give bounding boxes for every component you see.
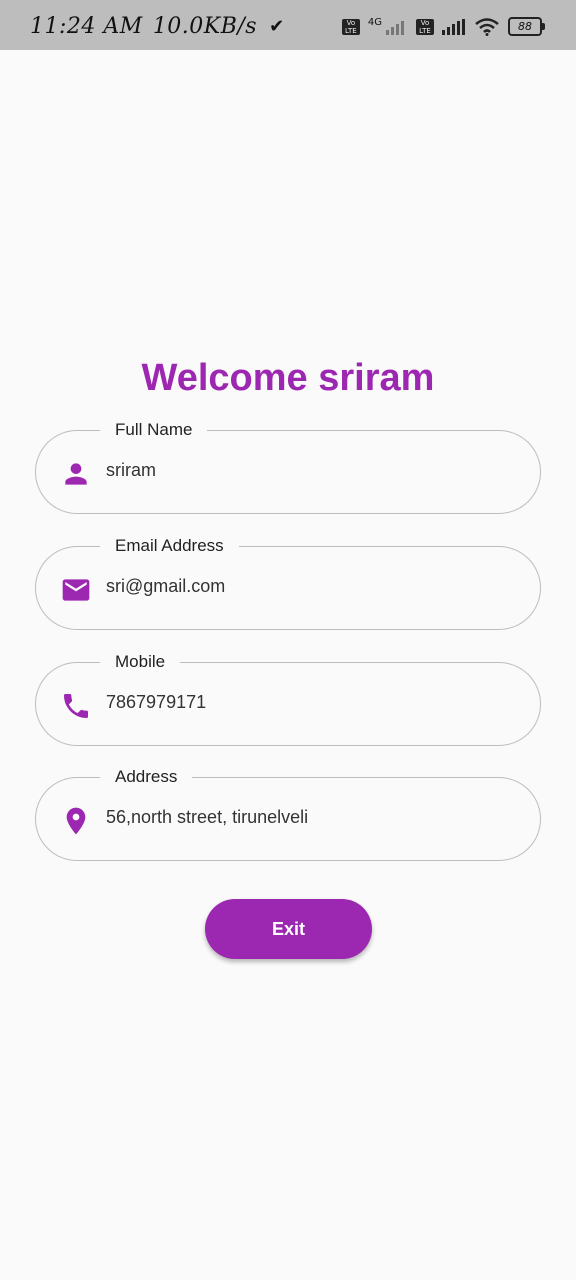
volte-icon: Vo LTE bbox=[341, 18, 360, 35]
full-name-label: Full Name bbox=[100, 419, 208, 441]
volte-icon-2: Vo LTE bbox=[416, 18, 434, 35]
person-icon bbox=[65, 463, 87, 485]
email-field[interactable]: Email Address bbox=[35, 535, 541, 630]
signal-icon-2 bbox=[442, 18, 465, 35]
status-bar: 11:24 AM 10.0KB/s ✔ Vo LTE 4G Vo LTE 88 bbox=[0, 0, 576, 50]
address-field[interactable]: Address bbox=[35, 766, 541, 861]
battery-icon: 88 bbox=[508, 17, 545, 36]
mobile-field[interactable]: Mobile bbox=[35, 651, 541, 746]
status-time: 11:24 AM bbox=[30, 14, 143, 39]
mobile-label: Mobile bbox=[100, 651, 181, 673]
page-title: Welcome sriram bbox=[141, 357, 435, 399]
check-icon: ✔ bbox=[269, 16, 285, 37]
status-left: 11:24 AM 10.0KB/s ✔ bbox=[30, 14, 285, 39]
email-icon bbox=[62, 579, 90, 601]
location-icon bbox=[66, 807, 86, 835]
wifi-icon bbox=[475, 17, 499, 36]
full-name-input[interactable] bbox=[106, 460, 506, 481]
email-label: Email Address bbox=[100, 535, 239, 557]
mobile-input[interactable] bbox=[106, 692, 506, 713]
status-speed: 10.0KB/s bbox=[152, 14, 258, 39]
phone-icon bbox=[64, 694, 88, 718]
signal-icon bbox=[386, 20, 404, 35]
address-label: Address bbox=[100, 766, 193, 788]
battery-level: 88 bbox=[518, 20, 532, 33]
full-name-field[interactable]: Full Name bbox=[35, 419, 541, 514]
email-input[interactable] bbox=[106, 576, 506, 597]
network-type-label: 4G bbox=[367, 17, 382, 28]
exit-button[interactable]: Exit bbox=[205, 899, 372, 959]
status-right: Vo LTE 4G Vo LTE 88 bbox=[341, 17, 545, 36]
address-input[interactable] bbox=[106, 807, 506, 828]
